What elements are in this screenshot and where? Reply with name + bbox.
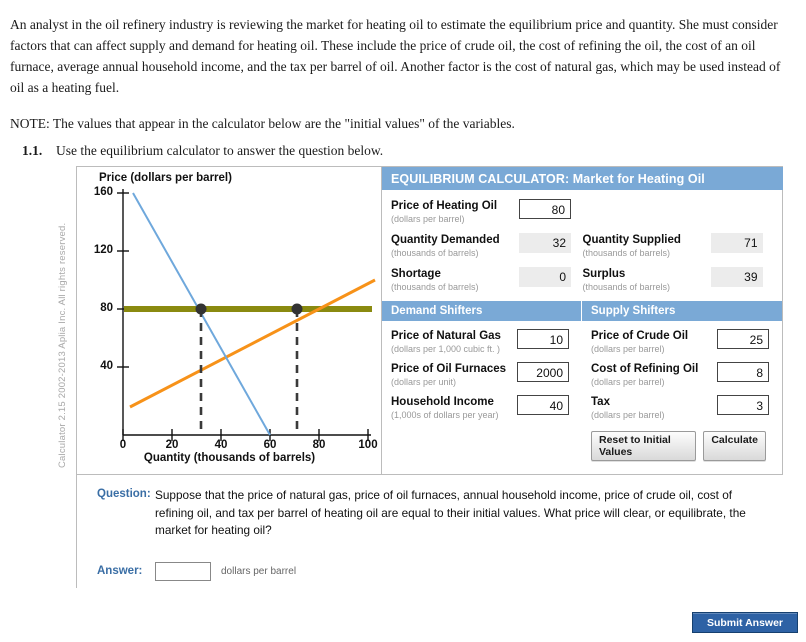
price-field: Price of Heating Oil (dollars per barrel… (391, 199, 583, 225)
answer-unit: dollars per barrel (221, 565, 297, 577)
quantity-demanded-value: 32 (519, 233, 571, 253)
intro-note: NOTE: The values that appear in the calc… (10, 116, 515, 131)
cost-refining-oil-label: Cost of Refining Oil (591, 363, 699, 375)
price-crude-oil-label: Price of Crude Oil (591, 330, 689, 342)
price-oil-furnaces-input[interactable]: 2000 (517, 362, 569, 382)
qs-marker (291, 303, 303, 315)
y-tick-120: 120 (93, 244, 113, 256)
quantity-demanded-label: Quantity Demanded (391, 234, 500, 246)
household-income-sublabel: (1,000s of dollars per year) (391, 410, 499, 420)
calculator-top-fields: Price of Heating Oil (dollars per barrel… (382, 190, 783, 293)
cost-refining-oil-sublabel: (dollars per barrel) (591, 377, 665, 387)
answer-input[interactable] (155, 561, 211, 581)
price-natural-gas-sublabel: (dollars per 1,000 cubic ft. ) (391, 344, 501, 354)
supply-demand-graph: Price (dollars per barrel) 160 120 80 40… (77, 167, 382, 475)
surplus-field: Surplus (thousands of barrels) 39 (583, 267, 775, 293)
calculator-buttons: Reset to Initial Values Calculate (591, 428, 774, 461)
demand-shifters-column: Demand Shifters Price of Natural Gas (do… (382, 301, 582, 461)
shortage-sublabel: (thousands of barrels) (391, 282, 479, 292)
shortage-value: 0 (519, 267, 571, 287)
x-tick-20: 20 (165, 439, 179, 451)
shortage-surplus-row: Shortage (thousands of barrels) 0 Surplu… (391, 267, 774, 293)
surplus-sublabel: (thousands of barrels) (582, 282, 671, 292)
reset-to-initial-values-button[interactable]: Reset to Initial Values (591, 431, 697, 461)
supply-curve (129, 278, 376, 409)
price-crude-oil-sublabel: (dollars per barrel) (591, 344, 665, 354)
quantity-row: Quantity Demanded (thousands of barrels)… (391, 233, 774, 259)
surplus-label: Surplus (582, 268, 626, 280)
answer-row: Answer: dollars per barrel (77, 540, 783, 581)
question-number-row: 1.1. Use the equilibrium calculator to an… (22, 143, 792, 159)
x-tick-80: 80 (312, 439, 326, 451)
supply-shifters-column: Supply Shifters Price of Crude Oil (doll… (582, 301, 782, 461)
submit-answer-button[interactable]: Submit Answer (692, 612, 798, 633)
x-tick-40: 40 (214, 439, 228, 451)
page-top-rule (0, 0, 806, 2)
quantity-supplied-sublabel: (thousands of barrels) (582, 248, 671, 258)
question-row: Question: Suppose that the price of natu… (77, 475, 783, 540)
demand-shifters-header: Demand Shifters (382, 301, 581, 321)
tax-label: Tax (591, 396, 610, 408)
graph-svg (117, 189, 376, 441)
intro-paragraph: An analyst in the oil refinery industry … (10, 17, 781, 95)
calculate-button[interactable]: Calculate (703, 431, 766, 461)
x-tick-60: 60 (263, 439, 277, 451)
y-tick-80: 80 (100, 302, 113, 314)
price-input[interactable]: 80 (519, 199, 571, 219)
price-oil-furnaces-row: Price of Oil Furnaces (dollars per unit)… (391, 362, 573, 388)
answer-label: Answer: (97, 565, 143, 577)
question-label: Question: (97, 488, 151, 500)
household-income-label: Household Income (391, 396, 494, 408)
question-pane: Question: Suppose that the price of natu… (77, 475, 783, 588)
quantity-supplied-field: Quantity Supplied (thousands of barrels)… (583, 233, 775, 259)
price-row: Price of Heating Oil (dollars per barrel… (391, 199, 774, 225)
calculator-pane: EQUILIBRIUM CALCULATOR: Market for Heati… (382, 167, 783, 475)
price-oil-furnaces-sublabel: (dollars per unit) (391, 377, 457, 387)
y-tick-160: 160 (93, 186, 113, 198)
price-label: Price of Heating Oil (391, 200, 498, 212)
qd-marker (195, 303, 207, 315)
calculator-title: EQUILIBRIUM CALCULATOR: Market for Heati… (382, 167, 783, 190)
tax-row: Tax (dollars per barrel) 3 (591, 395, 774, 421)
question-text: Suppose that the price of natural gas, p… (155, 488, 746, 537)
quantity-demanded-field: Quantity Demanded (thousands of barrels)… (391, 233, 583, 259)
quantity-supplied-label: Quantity Supplied (582, 234, 681, 246)
cost-refining-oil-input[interactable]: 8 (717, 362, 769, 382)
shortage-field: Shortage (thousands of barrels) 0 (391, 267, 583, 293)
quantity-supplied-value: 71 (710, 233, 763, 253)
y-tick-40: 40 (100, 360, 113, 372)
price-crude-oil-input[interactable]: 25 (717, 329, 769, 349)
equilibrium-calculator-shell: Price (dollars per barrel) 160 120 80 40… (76, 166, 783, 588)
x-tick-100: 100 (358, 439, 378, 451)
quantity-demanded-sublabel: (thousands of barrels) (391, 248, 479, 258)
tax-input[interactable]: 3 (717, 395, 769, 415)
price-sublabel: (dollars per barrel) (391, 214, 465, 224)
x-axis-title: Quantity (thousands of barrels) (143, 452, 316, 464)
household-income-row: Household Income (1,000s of dollars per … (391, 395, 573, 421)
surplus-value: 39 (710, 267, 763, 287)
tax-sublabel: (dollars per barrel) (591, 410, 665, 420)
shortage-label: Shortage (391, 268, 441, 280)
question-number: 1.1. (22, 143, 43, 158)
price-oil-furnaces-label: Price of Oil Furnaces (391, 363, 507, 375)
price-natural-gas-input[interactable]: 10 (517, 329, 569, 349)
price-natural-gas-label: Price of Natural Gas (391, 330, 501, 342)
household-income-input[interactable]: 40 (517, 395, 569, 415)
price-crude-oil-row: Price of Crude Oil (dollars per barrel) … (591, 329, 774, 355)
supply-shifters-header: Supply Shifters (582, 301, 782, 321)
x-tick-0: 0 (119, 439, 127, 451)
shifters-section: Demand Shifters Price of Natural Gas (do… (382, 301, 783, 461)
cost-refining-oil-row: Cost of Refining Oil (dollars per barrel… (591, 362, 774, 388)
price-natural-gas-row: Price of Natural Gas (dollars per 1,000 … (391, 329, 573, 355)
question-instruction: Use the equilibrium calculator to answer… (56, 143, 384, 158)
